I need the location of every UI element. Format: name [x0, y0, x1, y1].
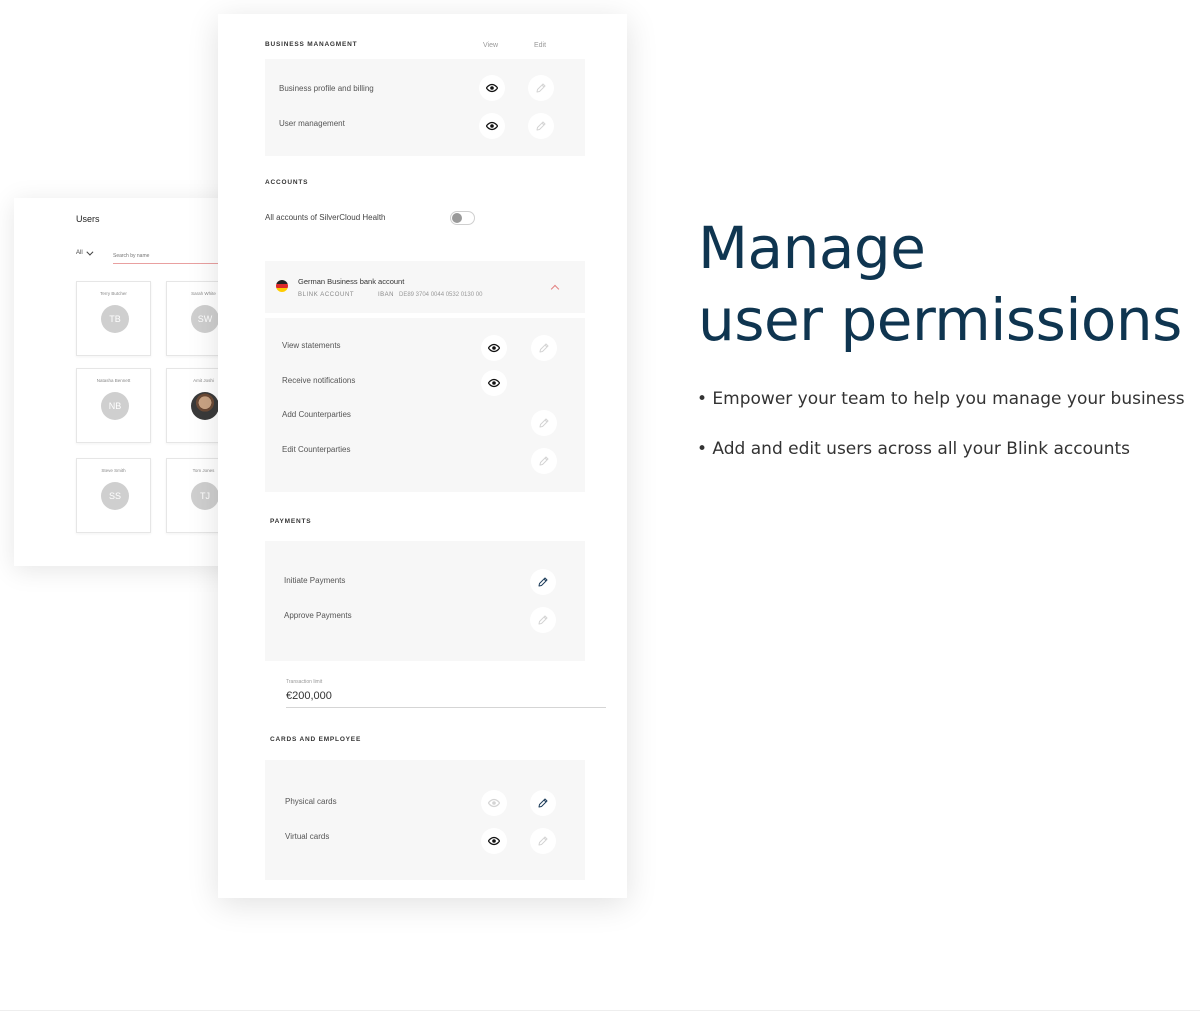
section-title-payments: PAYMENTS — [270, 518, 312, 525]
edit-permission-button[interactable] — [531, 410, 557, 436]
eye-icon — [488, 377, 500, 389]
pencil-icon — [537, 576, 549, 588]
section-title-business: BUSINESS MANAGMENT — [265, 41, 358, 48]
section-title-accounts: ACCOUNTS — [265, 179, 309, 186]
chevron-down-icon — [86, 248, 94, 256]
permission-label: Physical cards — [285, 797, 337, 806]
view-permission-button[interactable] — [479, 113, 505, 139]
chevron-up-icon[interactable] — [550, 284, 560, 294]
permissions-panel: BUSINESS MANAGMENT View Edit Business pr… — [218, 14, 627, 898]
iban-label: IBAN — [378, 292, 395, 298]
bank-account-name: German Business bank account — [298, 277, 405, 286]
filter-label: All — [76, 250, 83, 256]
users-title: Users — [76, 214, 100, 224]
eye-icon — [488, 342, 500, 354]
edit-permission-button[interactable] — [528, 113, 554, 139]
pencil-icon — [537, 614, 549, 626]
column-header-edit: Edit — [534, 42, 547, 49]
user-name: Terry Butcher — [100, 291, 127, 296]
view-permission-button[interactable] — [481, 790, 507, 816]
feature-bullet: • Add and edit users across all your Bli… — [697, 439, 1131, 459]
pencil-icon — [538, 455, 550, 467]
eye-icon — [488, 797, 500, 809]
edit-permission-button[interactable] — [530, 569, 556, 595]
pencil-icon — [535, 82, 547, 94]
avatar: TJ — [191, 482, 219, 510]
search-input[interactable] — [113, 248, 223, 264]
avatar: SS — [101, 482, 129, 510]
eye-icon — [486, 120, 498, 132]
permission-label: View statements — [282, 341, 341, 350]
bank-account-type: BLINK ACCOUNT — [298, 292, 355, 298]
filter-dropdown[interactable]: All — [76, 248, 94, 256]
edit-permission-button[interactable] — [531, 448, 557, 474]
headline-line-2: user permissions — [698, 286, 1182, 354]
pencil-icon — [537, 797, 549, 809]
pencil-icon — [538, 342, 550, 354]
pencil-icon — [538, 417, 550, 429]
permission-label: User management — [279, 119, 345, 128]
headline: Manage user permissions — [698, 212, 1182, 356]
payment-permissions-box — [265, 541, 585, 661]
divider — [0, 1010, 1200, 1011]
iban-value: DE89 3704 0044 0532 0130 00 — [399, 292, 483, 298]
permission-label: Add Counterparties — [282, 410, 351, 419]
view-permission-button[interactable] — [481, 828, 507, 854]
user-name: Steve Smith — [101, 468, 126, 473]
user-name: Natasha Bennett — [96, 378, 131, 383]
permission-label: Initiate Payments — [284, 576, 346, 585]
bank-account-header[interactable]: German Business bank account BLINK ACCOU… — [265, 261, 585, 313]
avatar-photo — [191, 392, 219, 420]
business-permissions-box — [265, 59, 585, 156]
avatar: TB — [101, 305, 129, 333]
permission-label: Approve Payments — [284, 611, 352, 620]
view-permission-button[interactable] — [479, 75, 505, 101]
feature-bullet: • Empower your team to help you manage y… — [697, 389, 1185, 409]
headline-line-1: Manage — [698, 214, 926, 282]
edit-permission-button[interactable] — [531, 335, 557, 361]
edit-permission-button[interactable] — [528, 75, 554, 101]
permission-label: Virtual cards — [285, 832, 330, 841]
all-accounts-toggle[interactable] — [450, 211, 475, 225]
input-underline — [286, 707, 606, 708]
germany-flag-icon — [276, 280, 288, 292]
pencil-icon — [537, 835, 549, 847]
permission-label: Business profile and billing — [279, 84, 374, 93]
user-card[interactable]: Steve Smith SS — [76, 458, 151, 533]
view-permission-button[interactable] — [481, 370, 507, 396]
user-card[interactable]: Terry Butcher TB — [76, 281, 151, 356]
section-title-cards: CARDS AND EMPLOYEE — [270, 736, 362, 743]
eye-icon — [486, 82, 498, 94]
avatar: NB — [101, 392, 129, 420]
eye-icon — [488, 835, 500, 847]
transaction-limit-input[interactable]: €200,000 — [286, 690, 332, 702]
user-card[interactable]: Natasha Bennett NB — [76, 368, 151, 443]
view-permission-button[interactable] — [481, 335, 507, 361]
all-accounts-label: All accounts of SilverCloud Health — [265, 213, 386, 222]
column-header-view: View — [483, 42, 499, 49]
pencil-icon — [535, 120, 547, 132]
permission-label: Receive notifications — [282, 376, 356, 385]
edit-permission-button[interactable] — [530, 607, 556, 633]
toggle-knob — [452, 213, 462, 223]
edit-permission-button[interactable] — [530, 828, 556, 854]
permission-label: Edit Counterparties — [282, 445, 351, 454]
edit-permission-button[interactable] — [530, 790, 556, 816]
avatar: SW — [191, 305, 219, 333]
transaction-limit-label: Transaction limit — [286, 679, 323, 685]
card-permissions-box — [265, 760, 585, 880]
